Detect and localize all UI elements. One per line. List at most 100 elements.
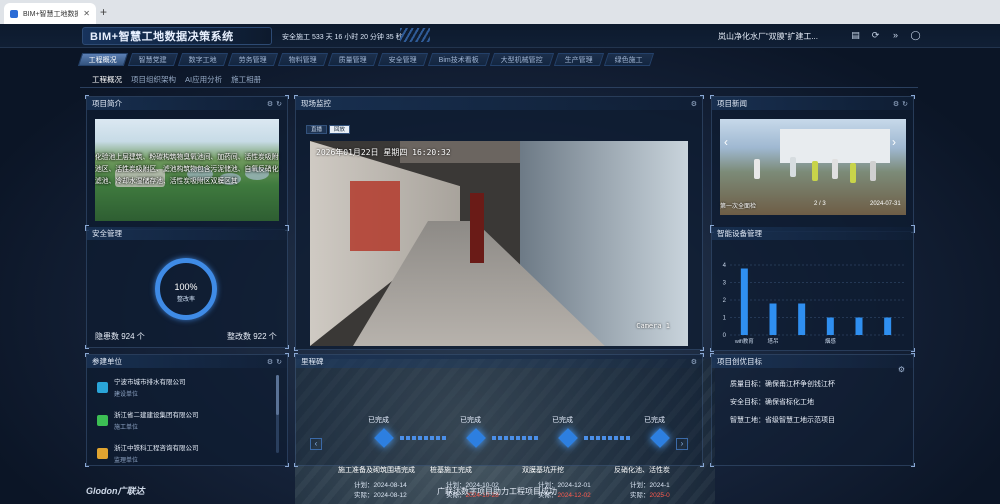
settings-icon[interactable]: ⚙ bbox=[893, 100, 899, 108]
goal-quality: 质量目标：确保甬江杯争创钱江杯 bbox=[730, 381, 835, 388]
milestone-node-icon bbox=[466, 428, 486, 448]
x-tick-label: wifi教育 bbox=[734, 337, 754, 345]
device-bar bbox=[740, 268, 748, 335]
nav-item[interactable]: 生产管理 bbox=[553, 53, 605, 66]
intro-title: 项目简介 bbox=[92, 99, 122, 108]
x-tick-label: 烟感 bbox=[825, 337, 837, 345]
close-tab-icon[interactable]: ✕ bbox=[83, 9, 90, 18]
devices-panel: 智能设备管理 0 1 2 3 4 wifi教育 塔吊 烟感 bbox=[710, 225, 915, 352]
rectified-count: 整改数 922 个 bbox=[227, 332, 277, 341]
browser-tab-title: BIM+智慧工地数据... bbox=[23, 10, 79, 18]
settings-icon[interactable]: ⚙ bbox=[691, 100, 697, 108]
news-date: 2024-07-31 bbox=[870, 201, 901, 207]
settings-icon[interactable]: ⚙ bbox=[267, 100, 273, 108]
refresh-icon[interactable]: ↻ bbox=[276, 100, 282, 108]
subnav-item[interactable]: AI应用分析 bbox=[185, 74, 222, 85]
camera-feed[interactable]: 2026年01月22日 星期四 16:20:32 Camera 1 bbox=[310, 141, 688, 346]
ms-next-arrow-icon[interactable]: › bbox=[676, 438, 688, 450]
double-chevron-icon[interactable]: » bbox=[890, 30, 901, 41]
glodon-logo: Glodon广联达 bbox=[86, 486, 145, 496]
project-selector[interactable]: 岚山净化水厂“双膜”扩建工... bbox=[718, 31, 818, 42]
settings-icon[interactable]: ⚙ bbox=[691, 358, 697, 366]
nav-item-label: Bim技术看板 bbox=[438, 57, 479, 64]
user-icon[interactable]: ◯ bbox=[910, 30, 921, 41]
goal-smart-site: 智慧工地：省级智慧工地示范项目 bbox=[730, 417, 835, 424]
nav-item[interactable]: Bim技术看板 bbox=[427, 53, 491, 66]
y-tick-label: 2 bbox=[723, 298, 727, 304]
news-caption: 第一次全面检 bbox=[720, 204, 757, 210]
ms-prev-arrow-icon[interactable]: ‹ bbox=[310, 438, 322, 450]
rectification-ring: 100% 整改率 bbox=[155, 258, 217, 320]
subnav-divider bbox=[80, 87, 918, 88]
y-tick-label: 1 bbox=[723, 316, 727, 322]
tab-playback[interactable]: 回放 bbox=[329, 125, 351, 134]
browser-tab[interactable]: BIM+智慧工地数据... ✕ bbox=[4, 3, 96, 24]
tab-live[interactable]: 直播 bbox=[306, 125, 328, 134]
subnav-item[interactable]: 项目组织架构 bbox=[131, 74, 176, 85]
unit-role: 监理单位 bbox=[114, 458, 139, 464]
device-bar-chart: 0 1 2 3 4 wifi教育 塔吊 烟感 bbox=[723, 263, 906, 345]
dashboard: BIM+智慧工地数据决策系统 安全施工 533 天 16 小时 20 分钟 35… bbox=[0, 24, 1000, 504]
nav-item-label: 劳务管理 bbox=[238, 57, 267, 64]
goals-title: 项目创优目标 bbox=[717, 357, 762, 366]
new-tab-button[interactable]: + bbox=[100, 5, 107, 19]
x-tick-label: 塔吊 bbox=[767, 337, 778, 345]
unit-role: 施工单位 bbox=[114, 425, 139, 431]
app-header: BIM+智慧工地数据决策系统 安全施工 533 天 16 小时 20 分钟 35… bbox=[0, 24, 1000, 48]
subnav-item[interactable]: 工程概况 bbox=[92, 74, 122, 85]
news-title: 项目新闻 bbox=[717, 99, 747, 108]
nav-item[interactable]: 安全管理 bbox=[377, 53, 429, 66]
nav-item-label: 数字工地 bbox=[188, 57, 217, 64]
units-scrollbar[interactable] bbox=[276, 375, 279, 453]
prev-arrow-icon[interactable]: ‹ bbox=[724, 135, 728, 149]
milestone-name: 施工准备及砌筑围墙完成 bbox=[338, 467, 415, 474]
nav-item[interactable]: 数字工地 bbox=[177, 53, 229, 66]
rectification-rate: 100% bbox=[174, 282, 198, 292]
unit-icon bbox=[97, 447, 108, 459]
sub-nav: 工程概况 项目组织架构 AI应用分析 施工相册 bbox=[92, 74, 261, 85]
milestone-link bbox=[400, 436, 448, 440]
nav-item[interactable]: 物料管理 bbox=[277, 53, 329, 66]
slash-decoration bbox=[400, 28, 430, 42]
milestone-status: 已完成 bbox=[644, 417, 665, 424]
refresh-icon[interactable]: ⟳ bbox=[870, 30, 881, 41]
video-panel: 现场监控 ⚙ 直播 回放 2026年01月22日 星期四 16:20:32 Cam… bbox=[294, 95, 704, 351]
nav-item[interactable]: 劳务管理 bbox=[227, 53, 279, 66]
intro-panel: 项目简介 ⚙ ↻ 化验池上层建筑、粉碳构筑物臭氧池间、加药间、活性炭吸附池区、活性炭… bbox=[85, 95, 289, 231]
nav-item[interactable]: 大型机械管控 bbox=[489, 53, 555, 66]
favicon-icon bbox=[10, 9, 18, 18]
milestone-actual-date: 2025-0 bbox=[649, 492, 670, 499]
nav-item-label: 智慧党建 bbox=[138, 57, 167, 64]
refresh-icon[interactable]: ↻ bbox=[276, 358, 282, 366]
video-timestamp: 2026年01月22日 星期四 16:20:32 bbox=[316, 148, 451, 157]
milestone-link bbox=[492, 436, 540, 440]
nav-item-label: 工程概况 bbox=[88, 57, 117, 64]
milestone-actual-date: 2024-08-12 bbox=[373, 492, 407, 499]
unit-item[interactable]: 宁波市城市排水有限公司 建设单位 bbox=[97, 373, 277, 401]
devices-title: 智能设备管理 bbox=[717, 229, 762, 238]
nav-item[interactable]: 工程概况 bbox=[77, 53, 129, 66]
nav-item-label: 绿色施工 bbox=[614, 57, 643, 64]
unit-item[interactable]: 浙江省二建建设集团有限公司 施工单位 bbox=[97, 406, 277, 434]
milestone-status: 已完成 bbox=[460, 417, 481, 424]
hazard-count: 隐患数 924 个 bbox=[95, 332, 145, 341]
nav-item[interactable]: 智慧党建 bbox=[127, 53, 179, 66]
settings-icon[interactable]: ⚙ bbox=[267, 358, 273, 366]
refresh-icon[interactable]: ↻ bbox=[902, 100, 908, 108]
next-arrow-icon[interactable]: › bbox=[892, 135, 896, 149]
doc-icon[interactable]: ▤ bbox=[850, 30, 861, 41]
milestone-node-icon bbox=[650, 428, 670, 448]
nav-item[interactable]: 质量管理 bbox=[327, 53, 379, 66]
settings-icon[interactable]: ⚙ bbox=[898, 365, 905, 374]
milestone-actual-label: 实际： bbox=[630, 492, 650, 499]
goal-safety: 安全目标：确保省标化工地 bbox=[730, 399, 814, 406]
nav-item[interactable]: 绿色施工 bbox=[603, 53, 655, 66]
subnav-item[interactable]: 施工相册 bbox=[231, 74, 261, 85]
nav-item-label: 安全管理 bbox=[388, 57, 417, 64]
milestone-actual: 实际：2025-0 bbox=[630, 489, 670, 499]
milestone-plan: 计划：2024-08-14 bbox=[354, 482, 407, 489]
y-tick-label: 0 bbox=[723, 333, 727, 339]
unit-name: 浙江中铁科工程咨询有限公司 bbox=[114, 445, 199, 452]
milestone-name: 桩基施工完成 bbox=[430, 467, 472, 474]
unit-item[interactable]: 浙江中铁科工程咨询有限公司 监理单位 bbox=[97, 439, 277, 467]
